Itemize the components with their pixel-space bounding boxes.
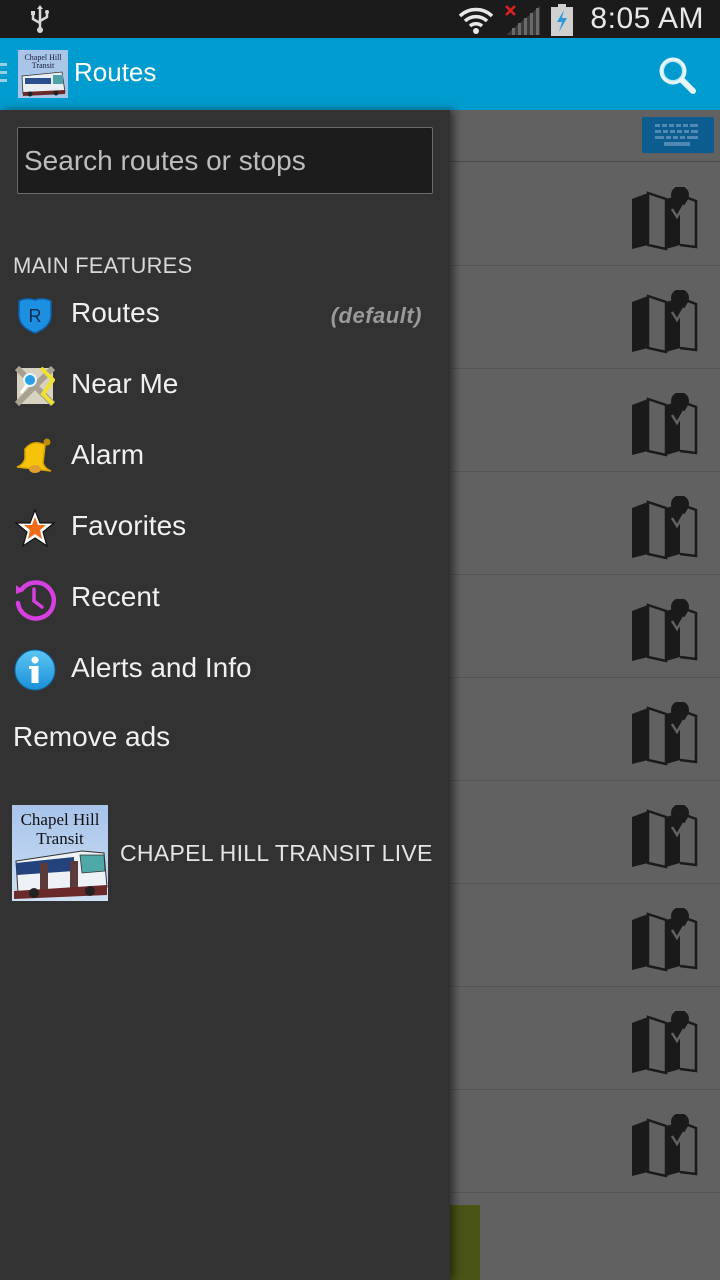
nav-item-alarm[interactable]: Alarm [0,427,450,487]
action-bar: Chapel Hill Transit Routes [0,38,720,110]
map-pin-icon[interactable] [628,1011,700,1075]
live-link-label: CHAPEL HILL TRANSIT LIVE [120,840,433,866]
nav-item-favorites[interactable]: Favorites [0,498,450,558]
status-bar: 8:05 AM [0,0,720,38]
logo-line2: Transit [36,829,84,848]
map-pin-icon[interactable] [628,805,700,869]
map-pin-icon[interactable] [628,187,700,251]
map-location-icon [15,366,55,406]
nav-item-routes[interactable]: R Routes (default) [0,285,450,345]
info-icon [14,649,56,691]
section-header-main-features: MAIN FEATURES [13,253,193,278]
app-logo[interactable]: Chapel Hill Transit [18,50,68,98]
map-pin-icon[interactable] [628,702,700,766]
remove-ads-link[interactable]: Remove ads [13,721,170,753]
battery-charging-icon [551,4,573,36]
search-icon[interactable] [656,54,698,96]
chapel-hill-transit-live-link[interactable]: Chapel Hill Transit CHAPEL HILL TRANSIT … [0,802,450,902]
history-icon [15,580,57,621]
map-pin-icon[interactable] [628,908,700,972]
nav-item-label: Near Me [71,368,179,399]
map-pin-icon[interactable] [628,1114,700,1178]
clock: 8:05 AM [590,2,704,35]
nav-item-label: Recent [71,581,160,612]
wifi-icon [458,7,494,34]
search-input[interactable] [17,127,433,194]
page-title: Routes [74,57,157,87]
keyboard-icon[interactable] [642,117,714,153]
map-pin-icon[interactable] [628,599,700,663]
nav-item-label: Alerts and Info [71,652,252,683]
map-pin-icon[interactable] [628,290,700,354]
svg-text:R: R [29,306,42,326]
nav-item-near-me[interactable]: Near Me [0,356,450,416]
chapel-hill-transit-logo: Chapel Hill Transit [12,805,108,901]
nav-item-label: Favorites [71,510,187,541]
app-logo-line2: Transit [32,61,55,70]
usb-icon [31,5,49,33]
default-badge: (default) [330,303,422,328]
bell-icon [16,438,52,473]
map-pin-icon[interactable] [628,496,700,560]
logo-line1: Chapel Hill [21,810,100,829]
nav-item-label: Alarm [71,439,145,470]
star-icon [15,508,55,548]
nav-item-recent[interactable]: Recent [0,569,450,629]
route-shield-icon: R [18,297,52,334]
signal-no-service-icon [505,5,540,35]
navigation-drawer: MAIN FEATURES R Routes (default) Near Me… [0,110,450,1280]
drawer-toggle-icon[interactable] [0,63,7,85]
nav-item-alerts-and-info[interactable]: Alerts and Info [0,640,450,700]
map-pin-icon[interactable] [628,393,700,457]
nav-item-label: Routes [71,297,160,328]
